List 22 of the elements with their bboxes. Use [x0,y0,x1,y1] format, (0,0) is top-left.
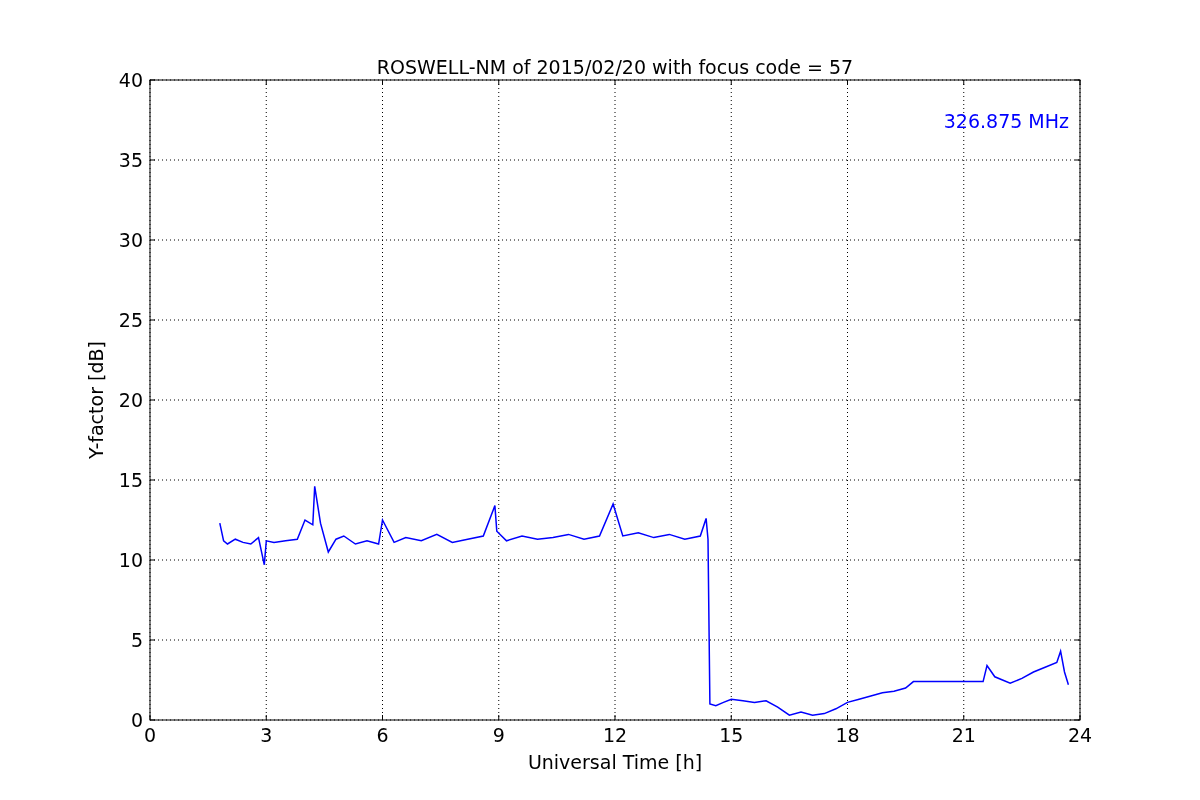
tick-label: 30 [118,229,143,251]
tick-label: 15 [719,724,744,746]
tick-label: 18 [835,724,860,746]
tick-label: 9 [492,724,505,746]
tick-label: 10 [118,549,143,571]
tick-label: 20 [118,389,143,411]
tick-label: 5 [130,629,143,651]
frequency-label: 326.875 MHz [943,110,1069,132]
chart-title: ROSWELL-NM of 2015/02/20 with focus code = 57 [376,56,854,78]
tick-label: 24 [1067,724,1093,746]
tick-label: 15 [118,469,143,491]
tick-label: 21 [951,724,976,746]
tick-label: 3 [260,724,273,746]
tick-label: 0 [143,724,157,746]
tick-label: 25 [118,309,143,331]
y-axis-label: Y-factor [dB] [85,341,107,459]
tick-label: 6 [376,724,389,746]
tick-label: 12 [602,724,628,746]
x-axis-label: Universal Time [h] [527,751,703,773]
tick-label: 40 [118,69,143,91]
tick-label: 35 [118,149,143,171]
tick-label: 0 [130,709,143,731]
